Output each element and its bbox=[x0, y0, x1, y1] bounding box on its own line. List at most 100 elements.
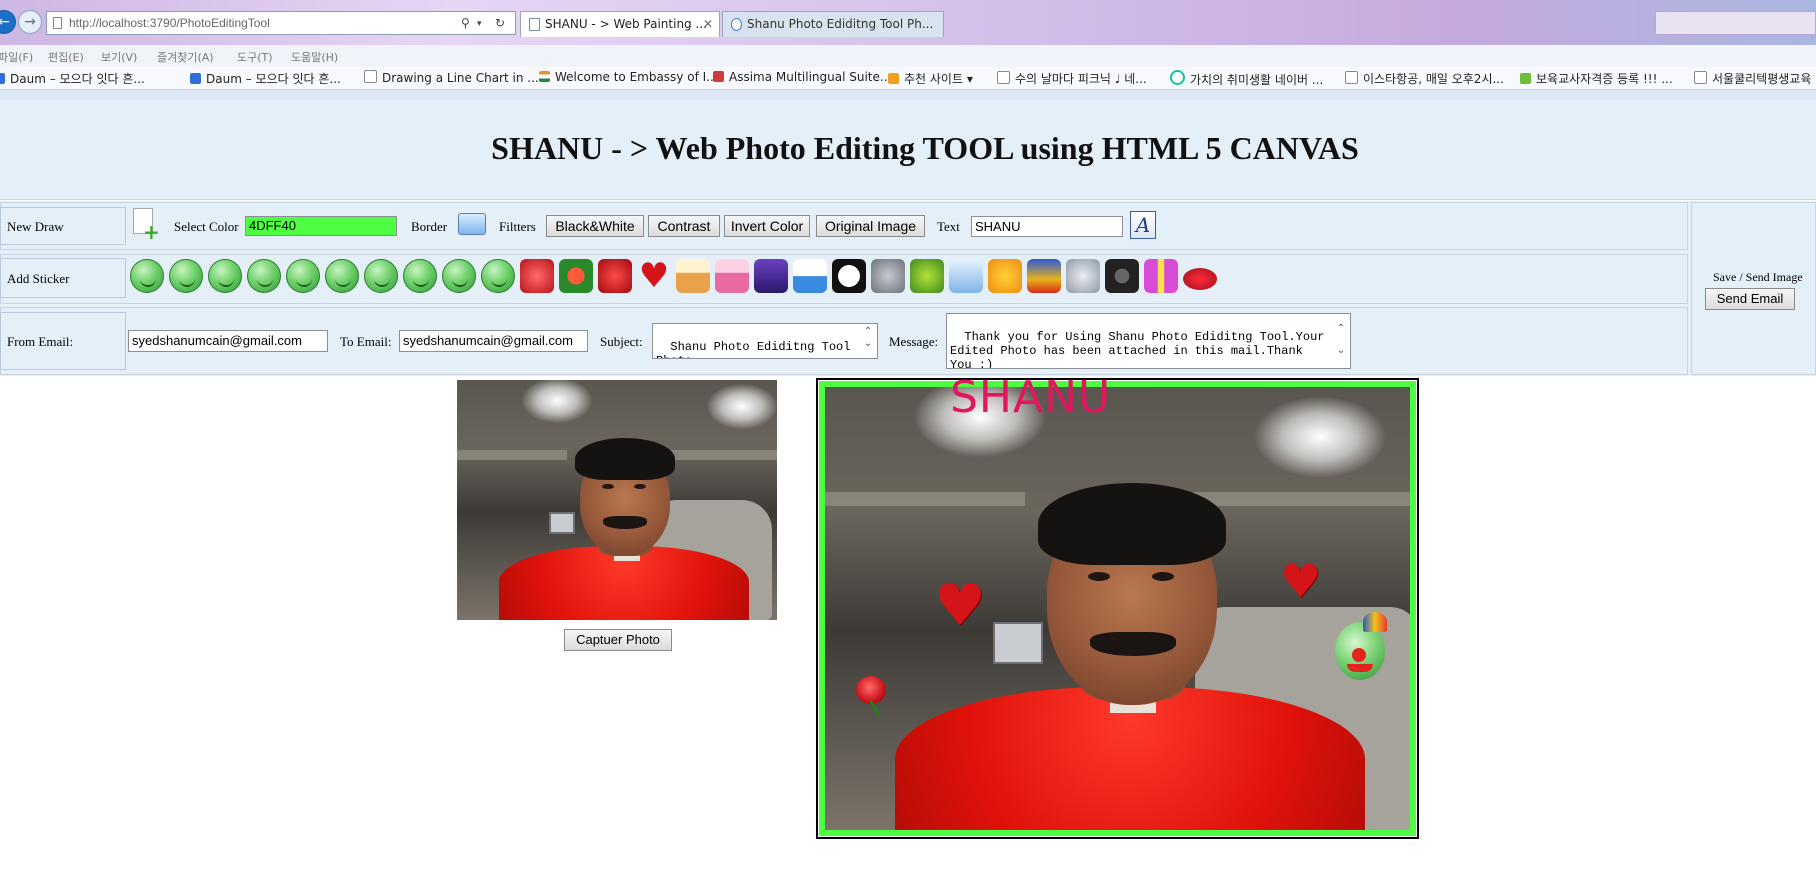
smiley-blush-icon[interactable] bbox=[130, 259, 164, 293]
page-icon bbox=[1694, 71, 1707, 84]
favorite-link[interactable]: Daum – 모으다 잇다 흔... bbox=[0, 70, 145, 87]
original-image-button[interactable]: Original Image bbox=[816, 215, 925, 237]
smiley-sick-icon[interactable] bbox=[481, 259, 515, 293]
page-title: SHANU - > Web Photo Editing TOOL using H… bbox=[491, 130, 1359, 166]
menu-edit[interactable]: 편집(E) bbox=[48, 49, 84, 65]
favorite-link[interactable]: Drawing a Line Chart in ... bbox=[364, 70, 539, 85]
rose-sticker-icon[interactable] bbox=[852, 676, 894, 718]
rose-icon[interactable] bbox=[520, 259, 554, 293]
text-input[interactable]: SHANU bbox=[971, 216, 1123, 237]
heart-sticker-icon[interactable]: ♥ bbox=[1280, 558, 1321, 604]
smiley-pirate-icon[interactable] bbox=[325, 259, 359, 293]
refresh-icon[interactable]: ↻ bbox=[495, 12, 505, 34]
from-email-field[interactable]: syedshanumcain@gmail.com bbox=[128, 330, 328, 352]
favorite-link[interactable]: Assima Multilingual Suite... bbox=[713, 70, 891, 84]
birthday-cake-icon[interactable] bbox=[715, 259, 749, 293]
menu-file[interactable]: 파일(F) bbox=[0, 49, 33, 65]
message-textarea[interactable]: Thank you for Using Shanu Photo Ediditng… bbox=[946, 313, 1351, 369]
canvas-overlay-text: SHANU bbox=[950, 372, 1112, 423]
to-email-field[interactable]: syedshanumcain@gmail.com bbox=[399, 330, 588, 352]
send-email-button[interactable]: Send Email bbox=[1705, 288, 1795, 310]
eye bbox=[1152, 572, 1174, 581]
favorite-link[interactable]: 보육교사자격증 등록 !!! ... bbox=[1520, 70, 1673, 87]
address-bar[interactable]: http://localhost:3790/PhotoEditingTool ⚲… bbox=[46, 11, 516, 35]
favorite-link[interactable]: 가치의 취미생활 네이버 ... bbox=[1170, 70, 1323, 88]
browser-search-box[interactable] bbox=[1655, 11, 1816, 35]
hair bbox=[575, 438, 675, 480]
dolphin-icon[interactable] bbox=[949, 259, 983, 293]
from-email-cell: From Email: bbox=[0, 312, 126, 370]
smiley-kiss-icon[interactable] bbox=[247, 259, 281, 293]
wizard-hat-icon[interactable] bbox=[754, 259, 788, 293]
lips-icon[interactable] bbox=[1183, 268, 1217, 290]
smiley-party-icon[interactable] bbox=[208, 259, 242, 293]
blog-icon bbox=[1520, 73, 1531, 84]
tab-label: SHANU - > Web Painting ... bbox=[545, 17, 707, 31]
wolf-icon[interactable] bbox=[1066, 259, 1100, 293]
clown-sticker-icon[interactable] bbox=[1333, 612, 1391, 684]
india-flag-icon bbox=[539, 71, 550, 82]
panda-icon[interactable] bbox=[832, 259, 866, 293]
cap-icon[interactable] bbox=[793, 259, 827, 293]
parrot-icon[interactable] bbox=[1027, 259, 1061, 293]
menu-tools[interactable]: 도구(T) bbox=[237, 49, 273, 65]
black-white-filter-button[interactable]: Black&White bbox=[546, 215, 644, 237]
gift-icon[interactable] bbox=[1144, 259, 1178, 293]
subject-label: Subject: bbox=[600, 334, 643, 349]
goldfish-icon[interactable] bbox=[988, 259, 1022, 293]
menu-help[interactable]: 도움말(H) bbox=[291, 49, 338, 65]
cake-icon[interactable] bbox=[676, 259, 710, 293]
tab-photo-editing[interactable]: Shanu Photo Ediditng Tool Ph... bbox=[722, 11, 944, 37]
eye bbox=[634, 484, 646, 489]
favorites-bar: Daum – 모으다 잇다 흔... Daum – 모으다 잇다 흔... Dr… bbox=[0, 67, 1816, 90]
contrast-filter-button[interactable]: Contrast bbox=[648, 215, 720, 237]
chevron-down-icon[interactable]: ▾ bbox=[477, 13, 482, 35]
hair bbox=[1038, 483, 1226, 565]
color-picker-input[interactable]: 4DFF40 bbox=[245, 216, 397, 236]
invert-color-filter-button[interactable]: Invert Color bbox=[724, 215, 810, 237]
scroll-arrows-icon[interactable]: ⌃ ⌄ bbox=[1334, 318, 1348, 362]
favorite-link[interactable]: 이스타항공, 매일 오후2시... bbox=[1345, 70, 1504, 87]
smiley-grin-icon[interactable] bbox=[364, 259, 398, 293]
tab-web-painting[interactable]: SHANU - > Web Painting ... ✕ bbox=[520, 11, 720, 37]
forward-arrow-icon[interactable]: → bbox=[18, 10, 42, 34]
menu-view[interactable]: 보기(V) bbox=[101, 49, 137, 65]
folder-icon bbox=[888, 73, 899, 84]
search-icon[interactable]: ⚲ bbox=[461, 12, 470, 34]
photo-edit-canvas[interactable] bbox=[819, 381, 1416, 836]
page-icon bbox=[997, 71, 1010, 84]
subject-text: Shanu Photo Ediditng Tool Photo bbox=[656, 340, 851, 358]
favorite-link[interactable]: Daum – 모으다 잇다 흔... bbox=[190, 70, 341, 87]
red-rose-icon[interactable] bbox=[598, 259, 632, 293]
butterfly-icon[interactable] bbox=[910, 259, 944, 293]
new-draw-icon[interactable]: + bbox=[131, 208, 160, 242]
favorite-link[interactable]: Welcome to Embassy of I... bbox=[539, 70, 718, 84]
smiley-surprised-icon[interactable] bbox=[403, 259, 437, 293]
elephant-icon[interactable] bbox=[871, 259, 905, 293]
favorite-link[interactable]: 서울쿨리텍평생교육 bbox=[1694, 70, 1811, 87]
eye bbox=[1088, 572, 1110, 581]
heart-sticker-icon[interactable]: ♥ bbox=[934, 576, 986, 634]
menu-favorites[interactable]: 즐겨찾기(A) bbox=[157, 49, 214, 65]
close-icon[interactable]: ✕ bbox=[703, 12, 713, 36]
heart-icon[interactable]: ♥ bbox=[637, 259, 671, 293]
save-send-label: Save / Send Image bbox=[1713, 270, 1803, 284]
text-label: Text bbox=[937, 219, 960, 234]
subject-textarea[interactable]: Shanu Photo Ediditng Tool Photo ⌃⌄ bbox=[652, 323, 878, 359]
flowers-icon[interactable] bbox=[559, 259, 593, 293]
page-icon bbox=[364, 70, 377, 83]
smiley-tongue-icon[interactable] bbox=[286, 259, 320, 293]
smiley-clown-icon[interactable] bbox=[442, 259, 476, 293]
scroll-arrows-icon[interactable]: ⌃ ⌄ bbox=[861, 326, 875, 350]
page-icon bbox=[529, 18, 540, 31]
address-text[interactable]: http://localhost:3790/PhotoEditingTool bbox=[69, 12, 270, 34]
border-frame-icon[interactable] bbox=[458, 213, 486, 235]
motorcycle-icon[interactable] bbox=[1105, 259, 1139, 293]
from-email-label: From Email: bbox=[7, 334, 74, 349]
border-label: Border bbox=[411, 219, 448, 234]
capture-photo-button[interactable]: Captuer Photo bbox=[564, 629, 672, 651]
smiley-love-icon[interactable] bbox=[169, 259, 203, 293]
add-text-icon[interactable]: A bbox=[1130, 211, 1156, 239]
favorite-link[interactable]: 수의 날마다 피크닉 ♩ 네... bbox=[997, 70, 1147, 87]
favorite-link[interactable]: 추천 사이트 ▾ bbox=[888, 70, 973, 87]
